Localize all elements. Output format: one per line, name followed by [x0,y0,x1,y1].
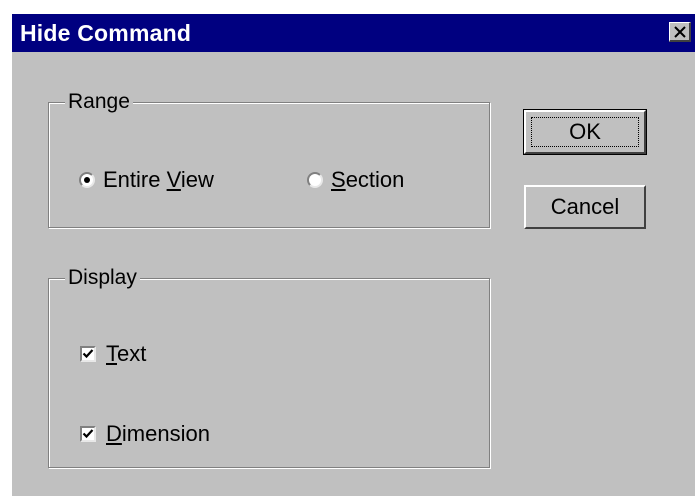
checkbox-text-label: Text [106,341,147,366]
close-icon [674,26,686,38]
radio-button-selected[interactable] [79,172,95,188]
checkbox-dimension-label: Dimension [106,421,210,446]
checkbox-text[interactable]: Text [80,341,146,367]
cancel-button[interactable]: Cancel [524,185,646,229]
display-groupbox: Display Text Dimension [48,265,490,468]
checkbox-checked[interactable] [80,346,96,362]
radio-entire-view-label: Entire View [103,167,214,192]
radio-section-label: Section [331,167,405,192]
checkbox-dimension[interactable]: Dimension [80,421,210,447]
checkmark-icon [82,349,94,359]
focus-rectangle [531,117,639,147]
window-title: Hide Command [20,20,192,46]
range-groupbox: Range Entire View Section [48,89,490,228]
close-button[interactable] [669,22,691,42]
display-group-label: Display [65,265,140,291]
checkbox-checked[interactable] [80,426,96,442]
hide-command-dialog: Hide Command Range Entire View Section D… [10,12,695,496]
ok-button[interactable]: OK [523,109,647,155]
range-group-label: Range [65,89,133,115]
title-bar[interactable]: Hide Command [12,14,695,52]
radio-section[interactable]: Section [307,167,404,193]
cancel-button-label: Cancel [550,194,620,219]
radio-entire-view[interactable]: Entire View [79,167,214,193]
checkmark-icon [82,429,94,439]
radio-button-unselected[interactable] [307,172,323,188]
